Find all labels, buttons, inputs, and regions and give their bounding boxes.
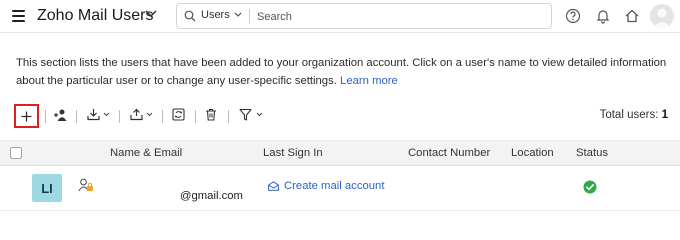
sync-icon [172, 108, 185, 121]
toolbar-separator [76, 110, 77, 123]
user-email[interactable]: @gmail.com [180, 190, 243, 202]
filter-menu[interactable] [239, 108, 263, 121]
total-users-value: 1 [661, 109, 668, 121]
toolbar-separator [119, 110, 120, 123]
sync-button[interactable] [172, 108, 185, 121]
column-header-status[interactable]: Status [576, 147, 608, 159]
total-users-label: Total users: [599, 109, 662, 121]
admin-user-icon [78, 178, 93, 192]
chevron-down-icon[interactable] [234, 12, 242, 17]
chevron-down-icon [256, 112, 263, 117]
bell-icon[interactable] [595, 8, 611, 24]
column-header-name-email[interactable]: Name & Email [110, 147, 182, 159]
import-icon [87, 109, 100, 121]
export-menu[interactable] [130, 108, 153, 121]
column-header-location[interactable]: Location [511, 147, 554, 159]
learn-more-link[interactable]: Learn more [340, 75, 398, 87]
home-icon[interactable] [624, 8, 640, 24]
add-users-button[interactable] [54, 108, 68, 122]
add-users-icon [54, 109, 67, 121]
chevron-down-icon [146, 112, 153, 117]
help-icon[interactable] [565, 8, 581, 24]
chevron-down-icon[interactable] [145, 10, 157, 18]
toolbar-separator [45, 110, 46, 123]
search-divider [249, 9, 250, 24]
add-user-button[interactable] [14, 104, 39, 128]
search-bar: Users [176, 3, 552, 29]
create-mail-account-link[interactable]: Create mail account [268, 180, 384, 192]
section-description: This section lists the users that have b… [16, 54, 671, 90]
total-users-count: Total users: 1 [600, 109, 668, 121]
column-header-contact-number[interactable]: Contact Number [408, 147, 490, 159]
table-header: Name & Email Last Sign In Contact Number… [0, 140, 680, 166]
search-input[interactable] [257, 8, 537, 25]
toolbar-separator [195, 110, 196, 123]
app-title[interactable]: Zoho Mail Users [37, 7, 153, 25]
import-menu[interactable] [87, 108, 110, 121]
toolbar-separator [228, 110, 229, 123]
table-row[interactable]: LI @gmail.com Create mail account [0, 166, 680, 211]
add-icon [21, 111, 32, 121]
create-mail-account-label[interactable]: Create mail account [284, 180, 384, 192]
filter-icon [239, 108, 252, 121]
delete-button[interactable] [205, 108, 217, 121]
user-initials-avatar[interactable]: LI [32, 174, 62, 202]
select-all-checkbox[interactable] [10, 147, 22, 159]
user-avatar[interactable] [650, 4, 674, 28]
export-icon [130, 108, 143, 121]
top-bar: Zoho Mail Users Users [0, 0, 680, 33]
delete-icon [206, 108, 216, 121]
search-scope-selector[interactable]: Users [201, 9, 230, 21]
users-toolbar: Total users: 1 [0, 104, 680, 128]
column-header-last-sign-in[interactable]: Last Sign In [263, 147, 323, 159]
menu-icon[interactable] [12, 10, 25, 22]
active-status-icon [583, 180, 597, 194]
mail-icon [268, 181, 279, 191]
search-icon [184, 10, 196, 22]
toolbar-separator [162, 110, 163, 123]
chevron-down-icon [103, 112, 110, 117]
